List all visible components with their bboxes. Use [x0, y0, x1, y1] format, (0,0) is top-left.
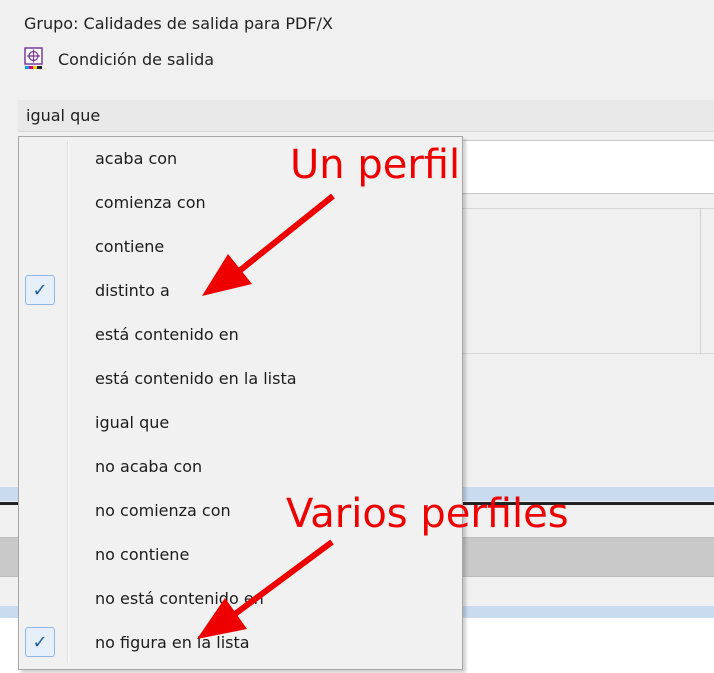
- condition-row: Condición de salida: [24, 46, 214, 72]
- menu-item-label: está contenido en la lista: [95, 369, 297, 388]
- menu-item-no-acaba-con[interactable]: no acaba con: [20, 448, 461, 488]
- menu-item-esta-contenido-en-la-lista[interactable]: está contenido en la lista: [20, 360, 461, 400]
- operator-select-value: igual que: [26, 106, 101, 125]
- operator-dropdown-menu: acaba con comienza con contiene ✓ distin…: [18, 136, 463, 670]
- menu-item-esta-contenido-en[interactable]: está contenido en: [20, 316, 461, 356]
- check-icon: ✓: [25, 275, 55, 305]
- menu-item-distinto-a[interactable]: ✓ distinto a: [20, 272, 461, 312]
- menu-item-label: acaba con: [95, 149, 178, 168]
- menu-item-label: no contiene: [95, 545, 190, 564]
- menu-item-contiene[interactable]: contiene: [20, 228, 461, 268]
- menu-item-no-contiene[interactable]: no contiene: [20, 536, 461, 576]
- menu-item-label: distinto a: [95, 281, 170, 300]
- group-label: Grupo: Calidades de salida para PDF/X: [24, 14, 333, 33]
- check-icon: ✓: [25, 627, 55, 657]
- menu-item-label: no está contenido en: [95, 589, 264, 608]
- menu-item-label: no acaba con: [95, 457, 203, 476]
- panel-divider: [460, 353, 714, 354]
- menu-item-label: no comienza con: [95, 501, 231, 520]
- panel-divider: [700, 208, 701, 354]
- menu-item-label: no figura en la lista: [95, 633, 250, 652]
- menu-item-label: contiene: [95, 237, 165, 256]
- annotation-one-profile: Un perfil: [290, 142, 461, 188]
- menu-item-no-esta-contenido-en[interactable]: no está contenido en: [20, 580, 461, 620]
- output-condition-icon: [24, 47, 44, 71]
- operator-select[interactable]: igual que: [18, 100, 714, 132]
- panel-divider: [460, 208, 714, 209]
- menu-item-igual-que[interactable]: igual que: [20, 404, 461, 444]
- menu-item-comienza-con[interactable]: comienza con: [20, 184, 461, 224]
- menu-item-label: igual que: [95, 413, 170, 432]
- menu-item-label: comienza con: [95, 193, 206, 212]
- annotation-several-profiles: Varios perfiles: [286, 491, 569, 537]
- menu-item-no-figura-en-la-lista[interactable]: ✓ no figura en la lista: [20, 624, 461, 664]
- condition-label: Condición de salida: [58, 49, 215, 69]
- value-input[interactable]: [460, 140, 714, 194]
- menu-item-label: está contenido en: [95, 325, 239, 344]
